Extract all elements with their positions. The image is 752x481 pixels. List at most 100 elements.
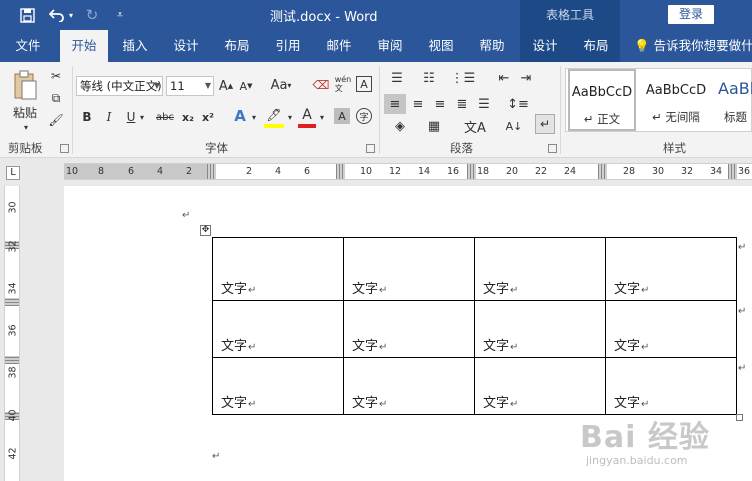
align-left-icon[interactable]: ≡ bbox=[384, 94, 406, 114]
font-color-dropdown-icon[interactable]: ▾ bbox=[318, 110, 326, 124]
ruler-marker[interactable] bbox=[207, 164, 216, 179]
style-normal[interactable]: AaBbCcD ↵ 正文 bbox=[568, 69, 636, 131]
numbering-icon[interactable]: ☷ bbox=[418, 70, 440, 86]
tab-insert[interactable]: 插入 bbox=[112, 30, 158, 62]
clipboard-launcher-icon[interactable] bbox=[60, 144, 69, 153]
style-sample: AaBl bbox=[718, 79, 752, 98]
cell-text: 文字 bbox=[352, 339, 379, 354]
phonetic-guide-icon[interactable]: wén 文 bbox=[334, 74, 352, 94]
highlight-icon[interactable]: 🖊 bbox=[264, 106, 284, 128]
undo-dropdown-icon[interactable]: ▾ bbox=[66, 4, 76, 26]
table-cell[interactable]: 文字↵ bbox=[212, 300, 344, 358]
text-effects-icon[interactable]: A bbox=[230, 106, 250, 126]
distributed-icon[interactable]: ☰ bbox=[474, 94, 494, 114]
paste-dropdown-icon[interactable]: ▾ bbox=[20, 122, 32, 132]
show-marks-icon[interactable]: ↵ bbox=[535, 114, 555, 134]
tab-design[interactable]: 设计 bbox=[163, 30, 209, 62]
paragraph-launcher-icon[interactable] bbox=[548, 144, 557, 153]
ruler-column-marker[interactable] bbox=[336, 164, 345, 179]
cell-mark: ↵ bbox=[379, 285, 388, 296]
increase-indent-icon[interactable]: ⇥ bbox=[516, 70, 536, 86]
copy-icon[interactable]: ⧉ bbox=[48, 90, 64, 106]
table-cell[interactable]: 文字↵ bbox=[474, 357, 606, 415]
tab-selector[interactable]: L bbox=[6, 166, 20, 180]
ruler-column-marker[interactable] bbox=[467, 164, 476, 179]
tab-review[interactable]: 审阅 bbox=[367, 30, 413, 62]
char-border-icon[interactable]: A bbox=[356, 76, 372, 92]
paste-label[interactable]: 粘贴 bbox=[8, 104, 42, 120]
cell-text: 文字 bbox=[483, 282, 510, 297]
tab-home[interactable]: 开始 bbox=[60, 30, 108, 62]
superscript-button[interactable]: x² bbox=[200, 108, 216, 126]
tab-table-layout[interactable]: 布局 bbox=[572, 30, 620, 62]
grow-font-icon[interactable]: A ▲ bbox=[218, 77, 234, 95]
table-cell[interactable]: 文字↵ bbox=[605, 357, 737, 415]
table-cell[interactable]: 文字↵ bbox=[474, 300, 606, 358]
format-painter-icon[interactable]: 🖌 bbox=[48, 112, 64, 128]
shrink-font-icon[interactable]: A ▼ bbox=[238, 77, 254, 95]
table-cell[interactable]: 文字↵ bbox=[212, 357, 344, 415]
save-icon[interactable] bbox=[16, 4, 38, 26]
ruler-row-marker[interactable] bbox=[5, 356, 19, 364]
table-cell[interactable]: 文字↵ bbox=[343, 357, 475, 415]
align-center-icon[interactable]: ≡ bbox=[408, 94, 428, 114]
tab-file[interactable]: 文件 bbox=[4, 30, 52, 62]
line-spacing-icon[interactable]: ↕≡ bbox=[504, 94, 532, 114]
shading-icon[interactable]: ◈ bbox=[386, 116, 414, 136]
table-move-handle-icon[interactable]: ✥ bbox=[200, 225, 211, 236]
ruler-column-marker[interactable] bbox=[598, 164, 607, 179]
borders-icon[interactable]: ▦ bbox=[420, 116, 448, 136]
ruler-tick: 12 bbox=[388, 166, 402, 177]
table-cell[interactable]: 文字↵ bbox=[343, 237, 475, 301]
tab-table-design[interactable]: 设计 bbox=[521, 30, 569, 62]
italic-button[interactable]: I bbox=[102, 108, 116, 126]
sort-icon[interactable]: A↓ bbox=[504, 116, 524, 136]
font-color-icon[interactable]: A bbox=[298, 106, 316, 128]
tab-view[interactable]: 视图 bbox=[418, 30, 464, 62]
decrease-indent-icon[interactable]: ⇤ bbox=[494, 70, 514, 86]
tab-mailings[interactable]: 邮件 bbox=[316, 30, 362, 62]
ruler-row-marker[interactable] bbox=[5, 298, 19, 306]
font-name-combo[interactable]: 等线 (中文正文) ▼ bbox=[76, 76, 163, 96]
strikethrough-button[interactable]: abc bbox=[154, 108, 176, 126]
underline-dropdown-icon[interactable]: ▾ bbox=[138, 110, 146, 124]
title-bar: ▾ ↻ ⩡ 测试.docx - Word 表格工具 登录 bbox=[0, 0, 752, 30]
tab-layout[interactable]: 布局 bbox=[214, 30, 260, 62]
char-shading-icon[interactable]: A bbox=[334, 108, 350, 124]
tab-help[interactable]: 帮助 bbox=[469, 30, 515, 62]
multilevel-list-icon[interactable]: ⋮☰ bbox=[451, 70, 476, 86]
style-heading[interactable]: AaBl 标题 bbox=[714, 69, 752, 131]
document-table[interactable]: 文字↵ 文字↵ 文字↵ 文字↵ 文字↵ 文字↵ 文字↵ 文字↵ 文字↵ 文字↵ … bbox=[212, 237, 737, 415]
undo-icon[interactable] bbox=[46, 4, 68, 26]
horizontal-ruler[interactable]: 10 8 6 4 2 2 4 6 10 12 14 16 18 20 22 24… bbox=[64, 163, 752, 180]
font-launcher-icon[interactable] bbox=[366, 144, 375, 153]
underline-button[interactable]: U bbox=[124, 108, 138, 126]
font-size-combo[interactable]: 11 ▼ bbox=[166, 76, 214, 96]
table-cell[interactable]: 文字↵ bbox=[343, 300, 475, 358]
align-right-icon[interactable]: ≡ bbox=[430, 94, 450, 114]
table-cell[interactable]: 文字↵ bbox=[605, 237, 737, 301]
tab-references[interactable]: 引用 bbox=[265, 30, 311, 62]
table-cell[interactable]: 文字↵ bbox=[212, 237, 344, 301]
cut-icon[interactable]: ✂ bbox=[48, 68, 64, 84]
vertical-ruler[interactable]: 30 32 34 36 38 40 42 bbox=[4, 186, 20, 481]
chinese-layout-icon[interactable]: 文A bbox=[460, 116, 490, 136]
subscript-button[interactable]: x₂ bbox=[180, 108, 196, 126]
enclose-chars-icon[interactable]: 字 bbox=[356, 108, 372, 124]
table-cell[interactable]: 文字↵ bbox=[474, 237, 606, 301]
table-cell[interactable]: 文字↵ bbox=[605, 300, 737, 358]
text-effects-dropdown-icon[interactable]: ▾ bbox=[250, 110, 258, 124]
paste-icon[interactable] bbox=[10, 68, 40, 102]
clear-format-icon[interactable]: ⌫ bbox=[312, 76, 330, 94]
style-no-spacing[interactable]: AaBbCcD ↵ 无间隔 bbox=[640, 69, 712, 131]
justify-icon[interactable]: ≣ bbox=[452, 94, 472, 114]
change-case-icon[interactable]: Aa ▾ bbox=[268, 76, 294, 94]
bold-button[interactable]: B bbox=[80, 108, 94, 126]
login-button[interactable]: 登录 bbox=[668, 5, 714, 24]
customize-toolbar-icon[interactable]: ⩡ bbox=[112, 4, 128, 26]
bullets-icon[interactable]: ☰ bbox=[386, 70, 408, 86]
tell-me-search[interactable]: 💡 告诉我你想要做什么 bbox=[634, 30, 752, 62]
highlight-dropdown-icon[interactable]: ▾ bbox=[286, 110, 294, 124]
ruler-column-marker[interactable] bbox=[728, 164, 737, 179]
ruler-tick: 10 bbox=[359, 166, 373, 177]
